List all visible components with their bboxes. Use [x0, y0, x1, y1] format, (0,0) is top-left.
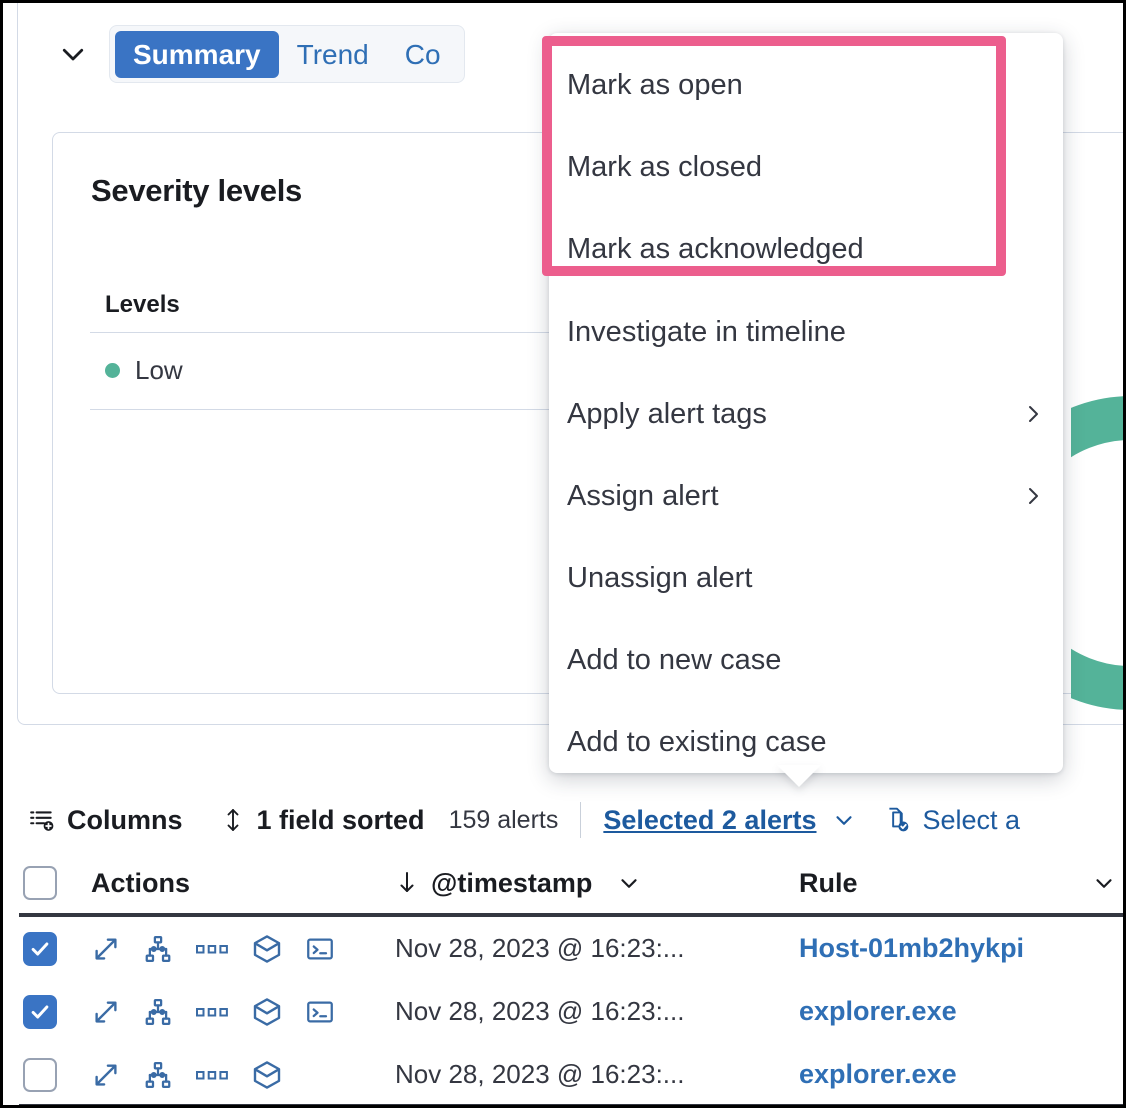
columns-label: Columns — [67, 805, 183, 836]
more-actions-icon[interactable] — [195, 1005, 229, 1019]
select-all-button[interactable]: Select a — [885, 805, 1021, 836]
selected-alerts-label: Selected 2 alerts — [603, 805, 816, 836]
severity-low-dot-icon — [105, 363, 120, 378]
row-checkbox-cell — [3, 932, 77, 966]
bulk-actions-context-menu: Mark as open Mark as closed Mark as ackn… — [549, 33, 1063, 773]
tab-summary[interactable]: Summary — [115, 31, 279, 78]
tab-counts[interactable]: Co — [387, 31, 459, 78]
row-actions-cell — [77, 1059, 387, 1091]
chevron-right-icon — [1021, 402, 1045, 426]
session-view-icon[interactable] — [305, 934, 335, 964]
severity-donut-chart — [1071, 383, 1126, 723]
table-row[interactable]: Nov 28, 2023 @ 16:23:... explorer.exe — [3, 980, 1123, 1043]
analyzer-icon[interactable] — [143, 997, 173, 1027]
menu-item-mark-as-acknowledged[interactable]: Mark as acknowledged — [549, 208, 1063, 290]
analyzer-icon[interactable] — [143, 1060, 173, 1090]
select-all-checkbox[interactable] — [23, 866, 57, 900]
menu-item-investigate-in-timeline[interactable]: Investigate in timeline — [549, 291, 1063, 373]
analyzer-icon[interactable] — [143, 934, 173, 964]
row-checkbox[interactable] — [23, 995, 57, 1029]
menu-item-mark-as-closed[interactable]: Mark as closed — [549, 126, 1063, 208]
menu-item-unassign-alert[interactable]: Unassign alert — [549, 537, 1063, 619]
menu-item-add-to-new-case[interactable]: Add to new case — [549, 619, 1063, 701]
arrow-down-icon — [395, 870, 419, 896]
grid-header-row: Actions @timestamp Rule — [3, 855, 1123, 911]
sort-fields-button[interactable]: 1 field sorted — [221, 805, 425, 836]
chevron-down-icon[interactable] — [1091, 870, 1117, 896]
columns-button[interactable]: Columns — [29, 805, 183, 836]
chevron-down-icon[interactable] — [53, 34, 93, 74]
row-checkbox[interactable] — [23, 932, 57, 966]
chevron-down-icon — [831, 807, 857, 833]
select-all-label: Select a — [923, 805, 1021, 836]
row-actions-cell — [77, 996, 387, 1028]
row-timestamp: Nov 28, 2023 @ 16:23:... — [387, 1059, 787, 1090]
tab-trend[interactable]: Trend — [279, 31, 387, 78]
row-rule-link[interactable]: explorer.exe — [787, 1059, 1123, 1090]
row-timestamp: Nov 28, 2023 @ 16:23:... — [387, 933, 787, 964]
select-all-checkbox-cell — [3, 866, 77, 900]
more-actions-icon[interactable] — [195, 1068, 229, 1082]
levels-column-header: Levels — [105, 291, 180, 319]
grid-bottom-divider — [19, 1104, 1123, 1108]
row-checkbox-cell — [3, 1058, 77, 1092]
menu-item-assign-alert[interactable]: Assign alert — [549, 455, 1063, 537]
table-row[interactable]: Nov 28, 2023 @ 16:23:... Host-01mb2hykpi — [3, 917, 1123, 980]
session-view-icon[interactable] — [305, 997, 335, 1027]
columns-add-icon — [29, 807, 55, 833]
table-row[interactable]: Nov 28, 2023 @ 16:23:... explorer.exe — [3, 1043, 1123, 1106]
expand-icon[interactable] — [91, 997, 121, 1027]
column-header-timestamp[interactable]: @timestamp — [387, 868, 787, 899]
row-timestamp: Nov 28, 2023 @ 16:23:... — [387, 996, 787, 1027]
document-check-icon — [885, 806, 911, 834]
tab-group: Summary Trend Co — [109, 25, 465, 83]
sort-updown-icon — [221, 807, 245, 833]
expand-icon[interactable] — [91, 1060, 121, 1090]
sort-label: 1 field sorted — [257, 805, 425, 836]
menu-item-mark-as-open[interactable]: Mark as open — [549, 44, 1063, 126]
row-rule-link[interactable]: explorer.exe — [787, 996, 1123, 1027]
package-icon[interactable] — [251, 1059, 283, 1091]
package-icon[interactable] — [251, 996, 283, 1028]
row-rule-link[interactable]: Host-01mb2hykpi — [787, 933, 1123, 964]
more-actions-icon[interactable] — [195, 942, 229, 956]
column-header-timestamp-label: @timestamp — [431, 868, 592, 899]
chevron-down-icon[interactable] — [616, 870, 642, 896]
tabs-row: Summary Trend Co — [53, 21, 465, 87]
page-title: Severity levels — [91, 173, 302, 209]
row-checkbox-cell — [3, 995, 77, 1029]
table-row[interactable]: Low — [105, 355, 183, 386]
row-checkbox[interactable] — [23, 1058, 57, 1092]
toolbar-divider — [580, 802, 581, 838]
column-header-rule[interactable]: Rule — [787, 868, 1123, 899]
selected-alerts-button[interactable]: Selected 2 alerts — [603, 805, 856, 836]
chevron-right-icon — [1021, 484, 1045, 508]
screenshot-root: Summary Trend Co Severity levels Levels … — [0, 0, 1126, 1108]
menu-pointer-arrow — [777, 765, 821, 787]
severity-level-label: Low — [135, 355, 183, 386]
package-icon[interactable] — [251, 933, 283, 965]
expand-icon[interactable] — [91, 934, 121, 964]
alert-count-label: 159 alerts — [449, 806, 559, 835]
column-header-actions[interactable]: Actions — [77, 868, 387, 899]
row-actions-cell — [77, 933, 387, 965]
grid-toolbar: Columns 1 field sorted 159 alerts Select… — [3, 789, 1123, 851]
menu-item-apply-alert-tags[interactable]: Apply alert tags — [549, 373, 1063, 455]
column-header-rule-label: Rule — [799, 868, 858, 899]
